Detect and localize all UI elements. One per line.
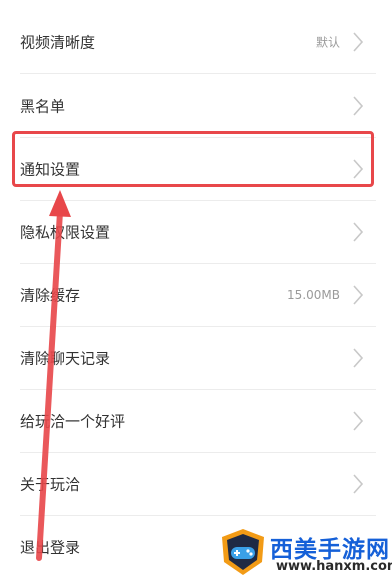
- settings-item-label: 视频清晰度: [20, 33, 96, 51]
- chevron-right-icon: [353, 31, 364, 52]
- settings-item-clear-chat[interactable]: 清除聊天记录: [0, 326, 392, 389]
- chevron-right-icon: [353, 347, 364, 368]
- settings-item-label: 隐私权限设置: [20, 223, 111, 241]
- settings-item-label: 黑名单: [20, 97, 66, 115]
- settings-item-privacy[interactable]: 隐私权限设置: [0, 200, 392, 263]
- chevron-right-icon: [353, 473, 364, 494]
- chevron-right-icon: [353, 221, 364, 242]
- chevron-right-icon: [353, 410, 364, 431]
- settings-item-value: 15.00MB: [287, 287, 340, 302]
- settings-item-label: 给玩洽一个好评: [20, 412, 126, 430]
- settings-item-about[interactable]: 关于玩洽: [0, 452, 392, 515]
- settings-item-label: 清除缓存: [20, 286, 81, 304]
- watermark: 西美手游网 www.hanxm.com: [218, 527, 392, 577]
- settings-item-video-quality[interactable]: 视频清晰度 默认: [0, 10, 392, 73]
- chevron-right-icon: [353, 284, 364, 305]
- highlight-box: [12, 131, 374, 187]
- settings-item-clear-cache[interactable]: 清除缓存 15.00MB: [0, 263, 392, 326]
- settings-item-label: 关于玩洽: [20, 475, 81, 493]
- settings-item-value: 默认: [315, 35, 340, 49]
- settings-item-blacklist[interactable]: 黑名单: [0, 74, 392, 137]
- watermark-url: www.hanxm.com: [276, 559, 392, 574]
- settings-item-label: 退出登录: [20, 538, 81, 556]
- chevron-right-icon: [353, 95, 364, 116]
- settings-item-label: 清除聊天记录: [20, 349, 111, 367]
- settings-item-rate-app[interactable]: 给玩洽一个好评: [0, 389, 392, 452]
- gamepad-shield-icon: [222, 529, 264, 575]
